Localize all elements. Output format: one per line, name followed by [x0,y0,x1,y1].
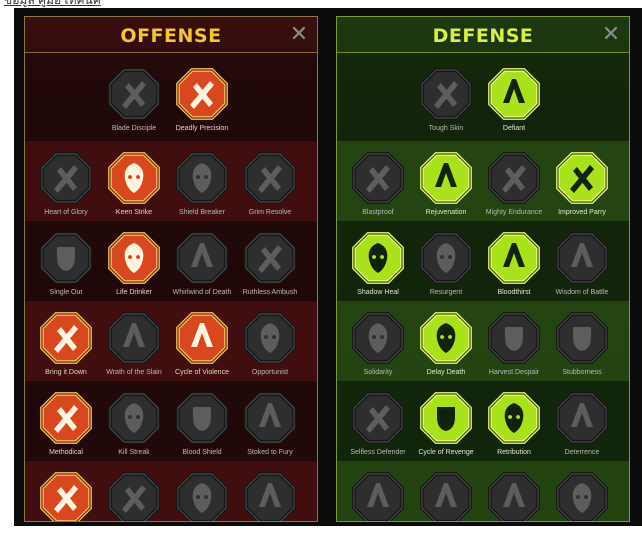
giant-icon [176,472,228,521]
talent-button[interactable]: Bulwark [410,469,482,521]
warlord-icon [488,472,540,521]
defense-header: DEFENSE ✕ [337,17,629,53]
talent-button[interactable]: Defiant [478,65,550,141]
offense-panel: OFFENSE ✕ Blade Disciple Deadly Precision… [24,16,318,522]
raised-fist-icon [488,68,540,120]
talent-button[interactable]: Grim Resolve [234,149,306,225]
slash-icon [108,152,160,204]
defense-panel: DEFENSE ✕ Tough Skin Defiant Blastproof Rej… [336,16,630,522]
crossed-swords-icon [108,68,160,120]
crossed-blades-icon [556,152,608,204]
group-icon [352,312,404,364]
talent-label: Wisdom of Battle [555,289,609,296]
talent-button[interactable]: Warmaster [30,469,102,521]
talent-label: Defiant [502,125,526,132]
grim-heart-icon [244,152,296,204]
skull-whirl-icon [176,232,228,284]
talent-label: Stoked to Fury [247,449,293,456]
talent-label: Opportunist [251,369,289,376]
bulwark-icon [420,472,472,521]
talent-button[interactable]: Wisdom of Battle [546,229,618,305]
talent-label: Improved Parry [558,209,606,216]
runner-icon [352,392,404,444]
dagger-icon [176,68,228,120]
talent-button[interactable]: Unshakeable [546,469,618,521]
rage-figure-icon [244,392,296,444]
offense-title: OFFENSE [120,25,222,47]
blood-shield-icon [176,392,228,444]
muscle-figure-icon [556,472,608,521]
talent-label: Stubborness [562,369,602,376]
talent-button[interactable]: Deadly Precision [166,65,238,141]
talent-button[interactable]: Fearsome Presence [478,469,550,521]
defense-title: DEFENSE [432,25,534,47]
target-icon [40,392,92,444]
talent-button[interactable]: Iron Skin [342,469,414,521]
shadow-figure-icon [352,232,404,284]
header-divider [25,52,317,53]
skull-icon [108,392,160,444]
axe-icon [176,312,228,364]
talent-button[interactable]: Deterrence [546,389,618,465]
talent-button[interactable]: Opportunist [234,309,306,385]
offense-header: OFFENSE ✕ [25,17,317,53]
talent-button[interactable]: Improved Parry [546,149,618,225]
heart-skull-icon [488,232,540,284]
fangs-icon [108,232,160,284]
hourglass-icon [420,312,472,364]
heart-helm-icon [40,152,92,204]
talent-button[interactable]: Flawless Execution [234,469,306,521]
talent-label: Grim Resolve [248,209,292,216]
header-divider [337,52,629,53]
chain-icon [244,312,296,364]
talent-label: Ruthless Ambush [242,289,298,296]
talent-button[interactable]: Helmsmasher [98,469,170,521]
sun-skull-icon [488,392,540,444]
heart-organ-icon [420,152,472,204]
iron-figure-icon [352,472,404,521]
broken-shield-icon [176,152,228,204]
talent-label: Deadly Precision [175,125,229,132]
talent-button[interactable]: Stoked to Fury [234,389,306,465]
swirl-blade-icon [556,392,608,444]
talent-button[interactable]: Ruthless Ambush [234,229,306,305]
sword-down-icon [40,312,92,364]
close-icon[interactable]: ✕ [289,24,309,46]
star-burst-icon [40,472,92,521]
talent-screen: OFFENSE ✕ Blade Disciple Deadly Precision… [14,8,642,526]
top-link[interactable]: ข้อมูล คู่มือ เทคนิค [0,0,642,8]
droplets-icon [420,392,472,444]
scales-icon [420,68,472,120]
helmet-icon [108,472,160,521]
knight-shield-icon [420,232,472,284]
hooded-head-icon [556,232,608,284]
close-icon[interactable]: ✕ [601,24,621,46]
raised-fist-icon [108,312,160,364]
scythe-icon [244,232,296,284]
armored-figure-icon [488,152,540,204]
bull-icon [556,312,608,364]
talent-button[interactable]: Giant Slayer [166,469,238,521]
fist-icon [40,232,92,284]
talent-button[interactable]: Stubborness [546,309,618,385]
execution-skull-icon [244,472,296,521]
chevron-shield-icon [352,152,404,204]
hand-icon [488,312,540,364]
talent-label: Deterrence [564,449,600,456]
